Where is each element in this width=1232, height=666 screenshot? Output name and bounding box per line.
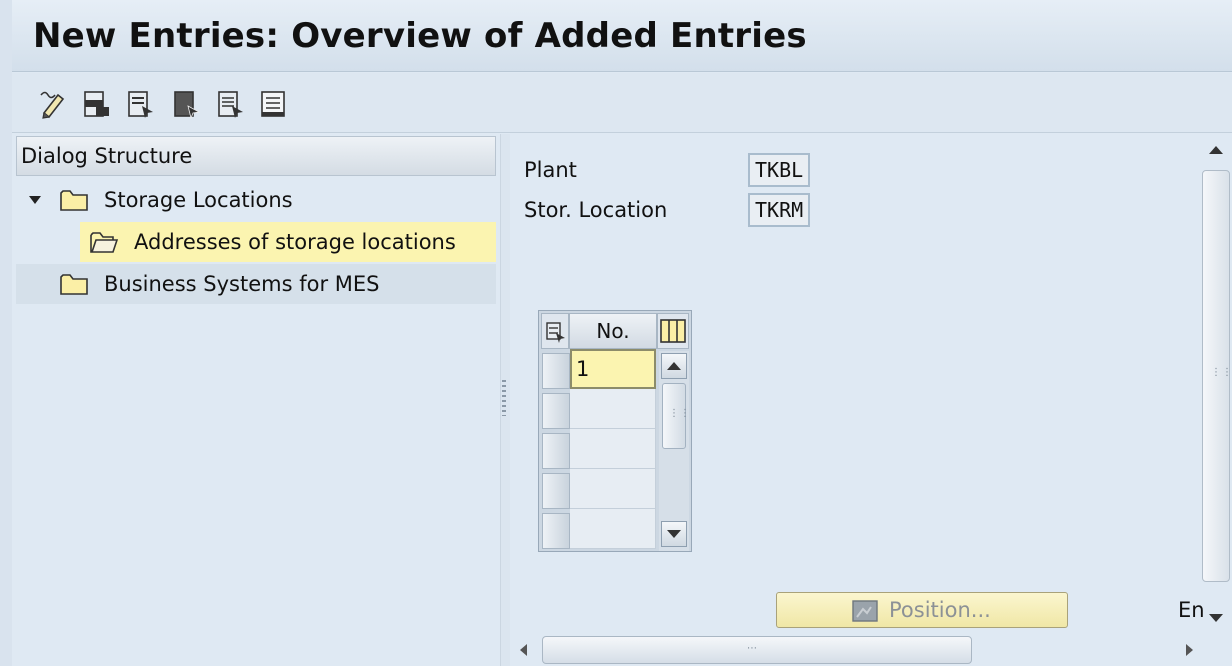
open-folder-icon xyxy=(90,232,118,253)
tree-item-addresses[interactable]: Addresses of storage locations xyxy=(80,222,496,262)
arrow-up-icon xyxy=(667,362,681,370)
plant-label: Plant xyxy=(524,158,577,182)
page-title: New Entries: Overview of Added Entries xyxy=(33,16,807,56)
position-button[interactable]: Position... xyxy=(776,592,1068,628)
detail-icon xyxy=(261,91,285,117)
window-left-edge xyxy=(0,0,12,666)
row-selector[interactable] xyxy=(542,353,570,389)
tree-item-label: Storage Locations xyxy=(104,188,293,212)
deselect-all-icon xyxy=(174,91,201,119)
dialog-structure-pane: Dialog Structure Storage Locations Addre… xyxy=(12,134,500,666)
table-cell-no[interactable] xyxy=(570,349,656,389)
stor-location-field: TKRM xyxy=(748,193,811,227)
vertical-scroll-thumb[interactable]: ⋮⋮ xyxy=(1202,170,1232,582)
tree-item-label: Business Systems for MES xyxy=(104,272,380,296)
deselect-all-button[interactable] xyxy=(172,89,202,119)
table-cell-no[interactable] xyxy=(570,429,656,469)
select-all-icon xyxy=(84,91,109,117)
scroll-up-button[interactable] xyxy=(661,353,687,379)
column-header-no[interactable]: No. xyxy=(569,313,657,349)
detail-button[interactable] xyxy=(258,89,288,119)
folder-icon xyxy=(60,274,88,295)
dialog-structure-header: Dialog Structure xyxy=(16,136,496,176)
splitter-grip-icon[interactable] xyxy=(502,380,506,416)
scroll-thumb[interactable]: ⋮⋮ xyxy=(662,383,690,449)
tree-item-business-systems[interactable]: Business Systems for MES xyxy=(16,264,496,304)
row-selector[interactable] xyxy=(542,433,570,469)
no-input[interactable] xyxy=(572,351,654,387)
arrow-down-icon xyxy=(667,530,681,538)
stor-location-label: Stor. Location xyxy=(524,198,668,222)
application-toolbar xyxy=(12,73,1232,133)
change-display-icon xyxy=(40,91,65,119)
no-input[interactable] xyxy=(570,509,655,548)
plant-field: TKBL xyxy=(748,153,811,187)
table-cell-no[interactable] xyxy=(570,509,656,549)
folder-icon xyxy=(60,190,88,211)
horizontal-scroll-thumb[interactable]: ⋯ xyxy=(542,636,972,664)
expand-arrow-icon[interactable] xyxy=(28,194,42,206)
scroll-right-icon[interactable] xyxy=(1186,644,1193,656)
table-cell-no[interactable] xyxy=(570,389,656,429)
select-all-button[interactable] xyxy=(82,89,112,119)
entries-table: No. ⋮⋮ xyxy=(538,310,692,552)
no-input[interactable] xyxy=(570,469,655,508)
no-input[interactable] xyxy=(570,429,655,468)
position-button-label: Position... xyxy=(889,598,991,622)
scroll-down-icon[interactable] xyxy=(1209,614,1223,622)
delete-entries-button[interactable] xyxy=(216,89,246,119)
tree-item-storage-locations[interactable]: Storage Locations xyxy=(16,180,496,220)
table-settings-button[interactable] xyxy=(657,313,689,349)
row-selector[interactable] xyxy=(542,393,570,429)
no-input[interactable] xyxy=(570,389,655,428)
title-bar: New Entries: Overview of Added Entries xyxy=(12,0,1232,72)
scroll-left-icon[interactable] xyxy=(520,644,527,656)
table-vertical-scrollbar[interactable]: ⋮⋮ xyxy=(659,351,690,551)
select-block-icon xyxy=(128,91,153,118)
position-icon xyxy=(852,600,878,622)
row-selector[interactable] xyxy=(542,513,570,549)
tree-item-label: Addresses of storage locations xyxy=(134,230,456,254)
row-selector[interactable] xyxy=(542,473,570,509)
table-cell-no[interactable] xyxy=(570,469,656,509)
select-all-rows-button[interactable] xyxy=(541,313,569,349)
select-all-rows-icon xyxy=(546,322,565,343)
select-block-button[interactable] xyxy=(126,89,156,119)
table-settings-icon xyxy=(660,319,686,343)
change-display-button[interactable] xyxy=(38,89,68,119)
scroll-down-button[interactable] xyxy=(661,521,687,547)
scroll-up-icon[interactable] xyxy=(1209,146,1223,154)
delete-entries-icon xyxy=(218,91,243,118)
